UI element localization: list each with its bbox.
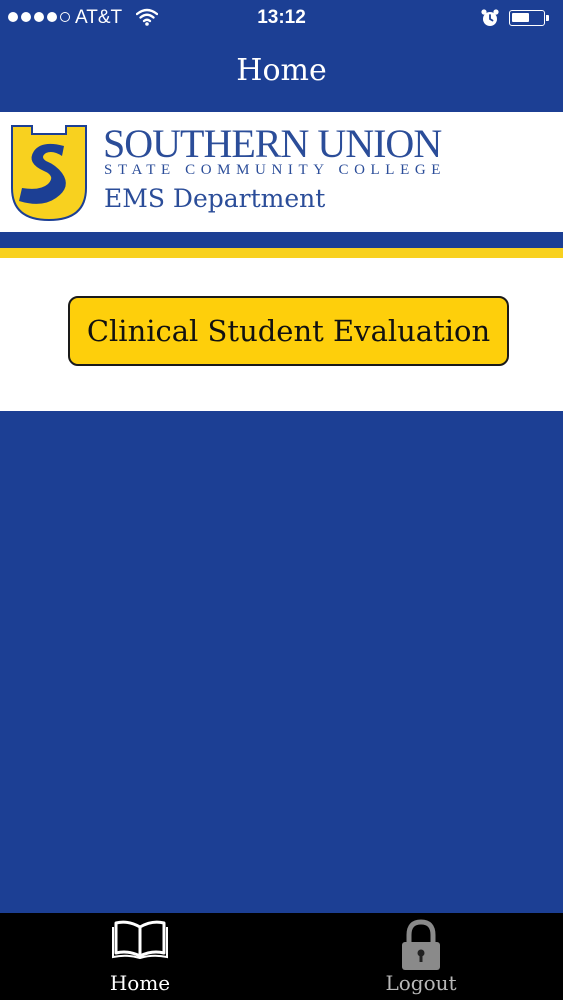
tab-home-label: Home: [109, 971, 171, 995]
banner-stripe-blue: [0, 232, 563, 248]
tab-home[interactable]: Home: [70, 913, 210, 1000]
college-subtitle: STATE COMMUNITY COLLEGE: [104, 162, 447, 178]
battery-icon: [509, 10, 545, 26]
tab-logout-label: Logout: [385, 971, 457, 995]
padlock-icon: [351, 919, 491, 975]
alarm-clock-icon: [480, 8, 500, 34]
southern-union-s-logo-icon: [10, 124, 88, 226]
home-content: Clinical Student Evaluation: [0, 258, 563, 411]
banner-stripe-yellow: [0, 248, 563, 258]
college-name: SOUTHERN UNION: [103, 121, 442, 166]
navigation-bar: Home: [0, 38, 563, 112]
clinical-student-evaluation-button[interactable]: Clinical Student Evaluation: [68, 296, 509, 366]
tab-logout[interactable]: Logout: [351, 913, 491, 1000]
open-book-icon: [70, 919, 210, 963]
college-banner: SOUTHERN UNION STATE COMMUNITY COLLEGE E…: [0, 112, 563, 232]
department-name: EMS Department: [104, 184, 326, 213]
tab-bar: Home Logout: [0, 913, 563, 1000]
status-bar: AT&T 13:12: [0, 0, 563, 38]
status-time: 13:12: [257, 7, 306, 28]
page-title: Home: [236, 53, 327, 88]
battery-tip: [546, 15, 549, 21]
